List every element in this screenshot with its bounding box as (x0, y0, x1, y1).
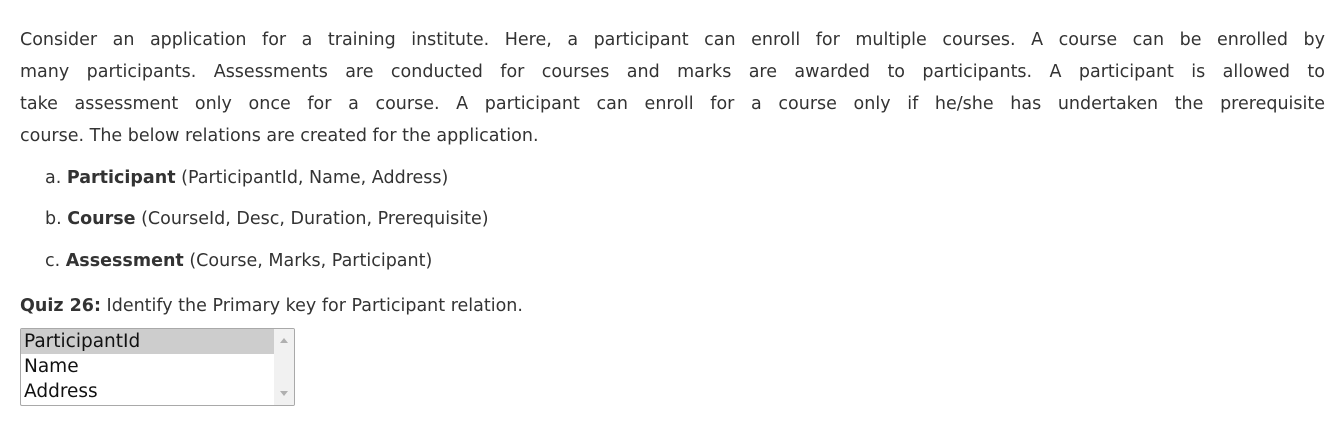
relation-course: b. Course (CourseId, Desc, Duration, Pre… (45, 207, 489, 231)
quiz-question: Quiz 26: Identify the Primary key for Pa… (20, 294, 523, 318)
scroll-down-icon[interactable] (280, 391, 288, 396)
relation-participant: a. Participant (ParticipantId, Name, Add… (45, 166, 448, 190)
relation-name: Participant (66, 168, 176, 188)
list-marker: a. (45, 168, 62, 188)
answer-listbox[interactable]: ParticipantId Name Address (20, 328, 295, 406)
scrollbar[interactable] (274, 329, 294, 405)
intro-line: Consider an application for a training i… (20, 30, 1325, 50)
option-address[interactable]: Address (21, 379, 274, 404)
option-participantid[interactable]: ParticipantId (21, 329, 274, 354)
relation-attributes: (Course, Marks, Participant) (189, 251, 433, 271)
relation-attributes: (ParticipantId, Name, Address) (181, 168, 449, 188)
quiz-text: Identify the Primary key for Participant… (106, 296, 523, 316)
quiz-label: Quiz 26: (20, 296, 101, 316)
scroll-up-icon[interactable] (280, 338, 288, 343)
relation-assessment: c. Assessment (Course, Marks, Participan… (45, 249, 432, 273)
relation-name: Course (67, 209, 136, 229)
intro-line: course. The below relations are created … (20, 126, 539, 146)
intro-paragraph: Consider an application for a training i… (20, 24, 1325, 152)
intro-line: many participants. Assessments are condu… (20, 62, 1325, 82)
list-marker: c. (45, 251, 61, 271)
relation-attributes: (CourseId, Desc, Duration, Prerequisite) (141, 209, 489, 229)
option-name[interactable]: Name (21, 354, 274, 379)
list-marker: b. (45, 209, 62, 229)
intro-line: take assessment only once for a course. … (20, 94, 1325, 114)
relation-name: Assessment (65, 251, 184, 271)
